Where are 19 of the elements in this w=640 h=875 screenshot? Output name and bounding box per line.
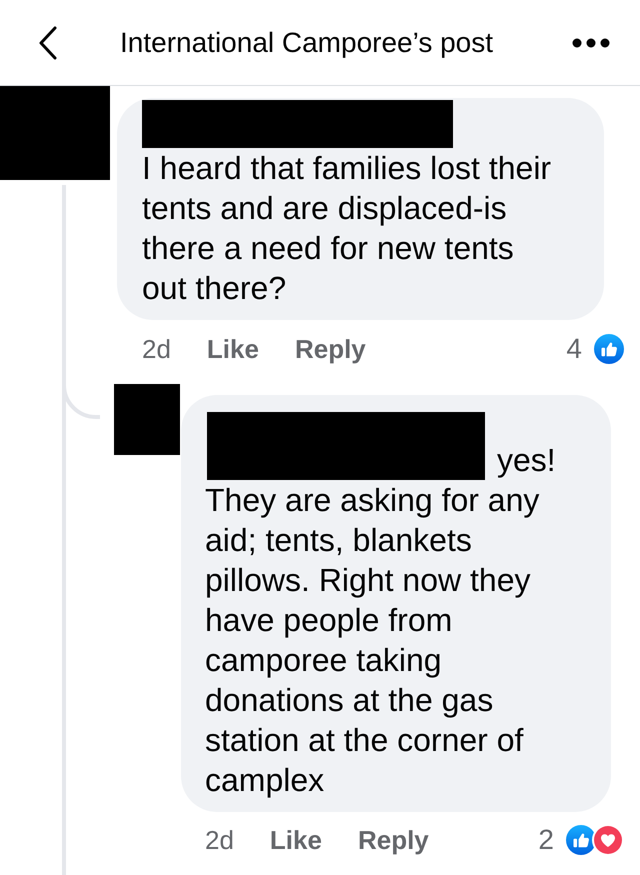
more-options-icon xyxy=(572,38,610,48)
like-link[interactable]: Like xyxy=(270,822,322,858)
reaction-count: 4 xyxy=(566,332,582,366)
reply-link[interactable]: Reply xyxy=(294,331,366,367)
comment-text: I heard that families lost their tents and are displaced-is there a need for new tents out there? xyxy=(142,149,552,308)
like-reaction-icon xyxy=(566,825,596,855)
comment-time: 2d xyxy=(205,824,234,857)
reaction-count: 2 xyxy=(538,823,554,857)
like-link[interactable]: Like xyxy=(206,331,259,367)
comment-time: 2d xyxy=(142,333,171,366)
love-reaction-icon xyxy=(592,824,624,856)
header-title: International Camporee’s post xyxy=(120,26,494,60)
redaction-block xyxy=(114,384,180,455)
back-chevron-icon xyxy=(38,26,58,60)
reply-link[interactable]: Reply xyxy=(358,822,429,858)
like-reaction-icon xyxy=(594,334,624,364)
comment-text: They are asking for any aid; tents, blankets pillows. Right now they have people from camporee taking donations at the gas station at the corner of camplex xyxy=(205,481,540,800)
comment-text: yes! xyxy=(497,441,556,480)
more-options-button[interactable] xyxy=(572,36,610,48)
